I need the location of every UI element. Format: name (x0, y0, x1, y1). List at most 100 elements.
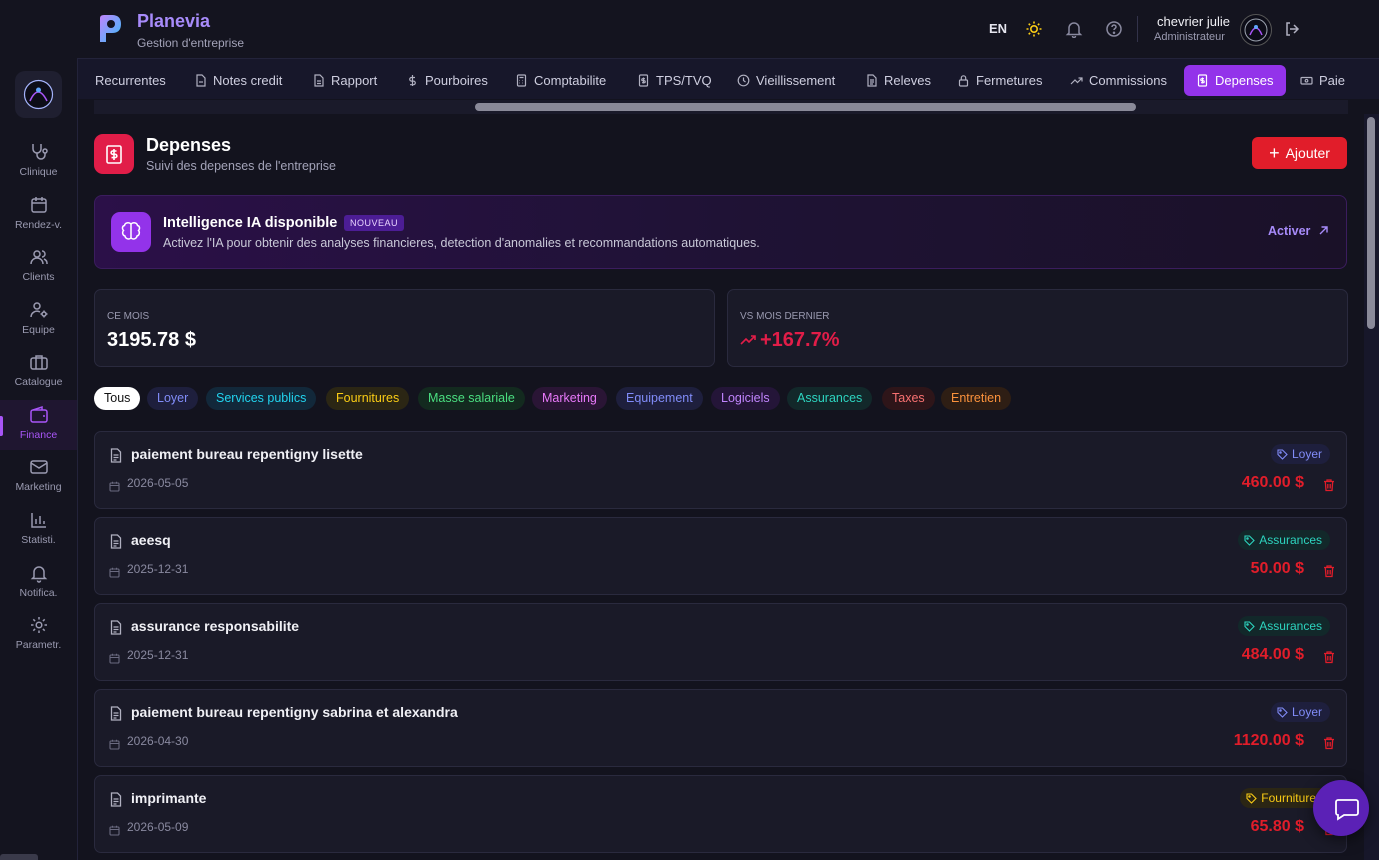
bar-chart-icon (30, 513, 46, 528)
help-icon[interactable] (1105, 20, 1123, 38)
sidebar-item-finance[interactable]: Finance (0, 400, 77, 450)
document-icon (109, 534, 123, 554)
chat-button[interactable] (1313, 780, 1369, 836)
tag-icon (1244, 535, 1256, 546)
tab-rapport[interactable]: Rapport (312, 65, 377, 96)
list-item[interactable]: assurance responsabilite 2025-12-31 Assura… (94, 603, 1347, 681)
users-icon (29, 250, 48, 265)
expense-name: assurance responsabilite (131, 618, 300, 634)
sidebar-item-clients[interactable]: Clients (0, 247, 77, 297)
delete-icon[interactable] (1322, 650, 1336, 669)
filter-chip-equipement[interactable]: Equipement (616, 387, 703, 410)
briefcase-icon (29, 355, 48, 370)
filter-chip-logiciels[interactable]: Logiciels (711, 387, 780, 410)
list-item[interactable]: imprimante 2026-05-09 Fournitures 65.80 $ (94, 775, 1347, 853)
sidebar-item-label: Clinique (19, 166, 58, 178)
stethoscope-icon (31, 144, 48, 160)
list-item[interactable]: paiement bureau repentigny lisette 2026-0… (94, 431, 1347, 509)
language-toggle[interactable]: EN (989, 21, 1007, 36)
tag-icon (1244, 621, 1256, 632)
expense-amount: 484.00 $ (1241, 646, 1304, 663)
sidebar-item-label: Finance (19, 429, 58, 441)
filter-chip-marketing[interactable]: Marketing (532, 387, 607, 410)
expense-date: 2025-12-31 (127, 648, 189, 662)
sidebar-item-equipe[interactable]: Equipe (0, 300, 77, 350)
avatar[interactable] (1240, 14, 1272, 46)
tabs-scrollbar[interactable] (475, 103, 1136, 111)
bottom-handle (0, 854, 38, 860)
delete-icon[interactable] (1322, 478, 1336, 497)
tab-commissions[interactable]: Commissions (1070, 65, 1167, 96)
user-role: Administrateur (1154, 31, 1225, 43)
new-badge: NOUVEAU (344, 215, 405, 231)
tab-pourboires[interactable]: Pourboires (406, 65, 488, 96)
tab-depenses[interactable]: Depenses (1184, 65, 1286, 96)
filter-chip-tous[interactable]: Tous (94, 387, 141, 410)
tab-tps-tvq[interactable]: TPS/TVQ (637, 65, 712, 96)
list-item[interactable]: aeesq 2025-12-31 Assurances 50.00 $ (94, 517, 1347, 595)
delete-icon[interactable] (1322, 564, 1336, 583)
tab-label: Pourboires (425, 73, 488, 88)
tab-label: Depenses (1215, 73, 1274, 88)
category-tag: Loyer (1270, 702, 1330, 722)
file-minus-icon (196, 74, 206, 87)
filter-chip-masse-salariale[interactable]: Masse salariale (418, 387, 525, 410)
bell-icon[interactable] (1065, 20, 1083, 38)
tab-recurrentes[interactable]: Recurrentes (95, 65, 166, 96)
chat-icon (1335, 799, 1359, 821)
sidebar-logo[interactable] (15, 71, 62, 118)
tag-icon (1246, 793, 1258, 804)
banknote-icon (1300, 76, 1313, 85)
filter-chip-fournitures[interactable]: Fournitures (326, 387, 410, 410)
expense-amount: 460.00 $ (1241, 474, 1304, 491)
delete-icon[interactable] (1322, 736, 1336, 755)
filter-chip-entretien[interactable]: Entretien (941, 387, 1012, 410)
tab-fermetures[interactable]: Fermetures (957, 65, 1042, 96)
gear-icon (30, 617, 47, 633)
logout-icon[interactable] (1283, 20, 1301, 38)
page-scrollbar[interactable] (1367, 117, 1375, 329)
stat-label: CE MOIS (107, 311, 150, 322)
category-tag: Loyer (1270, 444, 1330, 464)
sidebar-item-catalogue[interactable]: Catalogue (0, 352, 77, 402)
tab-releves[interactable]: Releves (865, 65, 931, 96)
ai-banner-description: Activez l'IA pour obtenir des analyses f… (163, 236, 760, 250)
add-expense-button[interactable]: + Ajouter (1252, 137, 1347, 169)
tab-label: Rapport (331, 73, 378, 88)
sidebar-item-rendez-vous[interactable]: Rendez-v. (0, 195, 77, 245)
filter-chip-taxes[interactable]: Taxes (882, 387, 935, 410)
wallet-icon (29, 405, 48, 423)
tab-notes-credit[interactable]: Notes credit (194, 65, 282, 96)
expense-date: 2026-05-05 (127, 476, 189, 490)
list-item[interactable]: paiement bureau repentigny sabrina et al… (94, 689, 1347, 767)
sidebar-item-label: Notifica. (19, 587, 58, 599)
tab-label: Comptabilite (534, 73, 607, 88)
sidebar-item-marketing[interactable]: Marketing (0, 457, 77, 507)
tab-vieillissement[interactable]: Vieillissement (737, 65, 835, 96)
sun-icon[interactable] (1025, 20, 1043, 38)
filter-chip-services-publics[interactable]: Services publics (206, 387, 317, 410)
tab-paie[interactable]: Paie (1300, 65, 1345, 96)
sidebar-item-label: Rendez-v. (14, 219, 63, 231)
expense-name: paiement bureau repentigny lisette (131, 446, 363, 462)
category-tag-label: Loyer (1291, 705, 1322, 719)
filter-chip-loyer[interactable]: Loyer (147, 387, 199, 410)
activate-ai-link[interactable]: Activer (1268, 224, 1329, 238)
filter-chip-assurances[interactable]: Assurances (787, 387, 873, 410)
receipt-icon (106, 145, 122, 164)
stat-value: 3195.78 $ (107, 329, 196, 351)
sidebar-item-notifications[interactable]: Notifica. (0, 563, 77, 613)
tab-label: Recurrentes (95, 73, 166, 88)
arrow-up-right-icon (1319, 226, 1328, 235)
calendar-icon (109, 737, 120, 755)
sidebar-item-statistiques[interactable]: Statisti. (0, 510, 77, 560)
calendar-icon (109, 651, 120, 669)
plus-icon: + (1269, 142, 1280, 163)
document-icon (109, 792, 123, 812)
tab-label: Notes credit (213, 73, 283, 88)
sidebar-item-parametres[interactable]: Parametr. (0, 615, 77, 665)
tab-label: Paie (1319, 73, 1346, 88)
expense-date: 2026-04-30 (127, 734, 189, 748)
sidebar-item-clinique[interactable]: Clinique (0, 142, 77, 192)
tab-comptabilite[interactable]: Comptabilite (515, 65, 606, 96)
